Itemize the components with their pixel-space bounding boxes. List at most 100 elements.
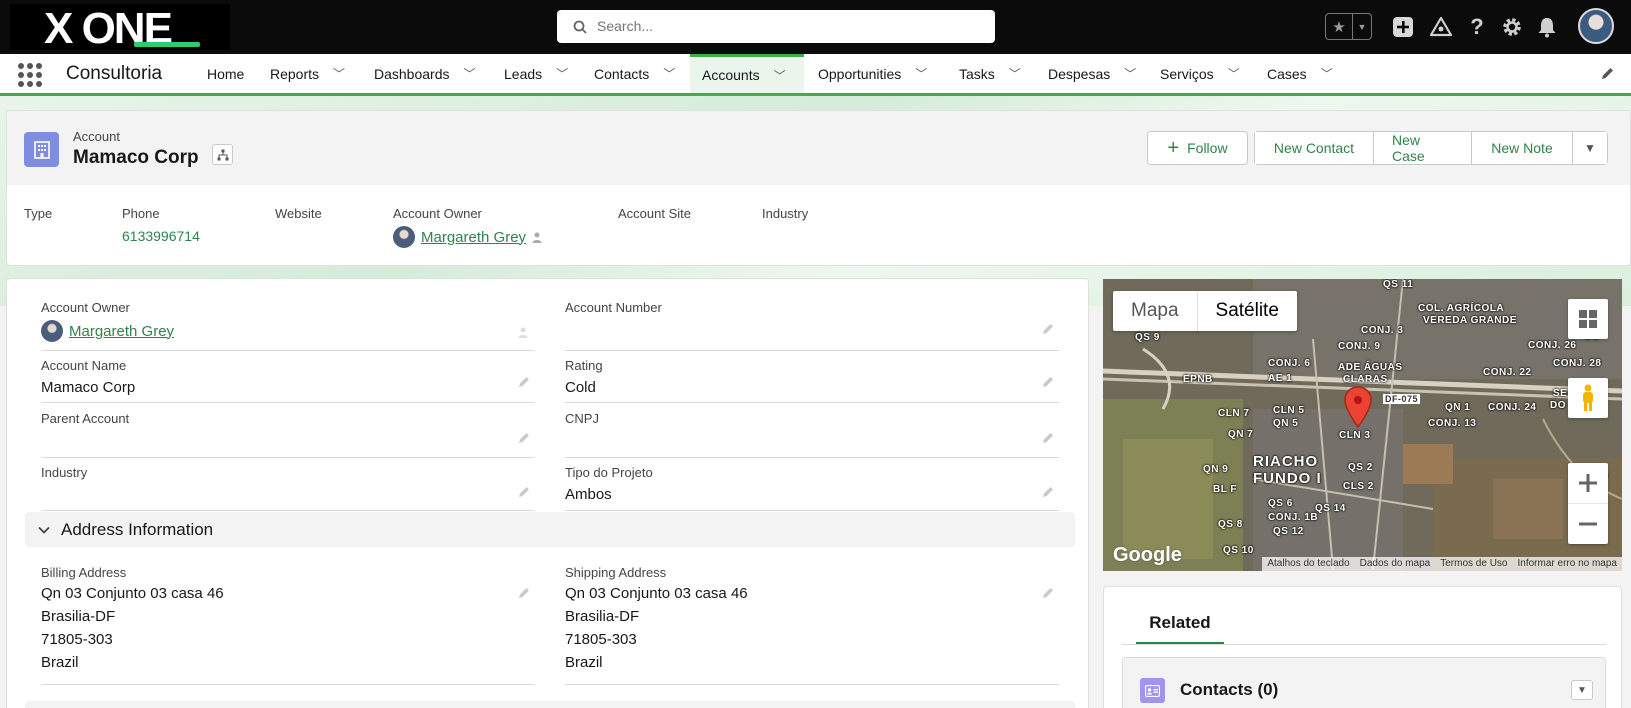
- location-pin-icon[interactable]: [1343, 385, 1373, 429]
- search-input[interactable]: [597, 16, 977, 36]
- map-label: CONJ. 26: [1528, 340, 1577, 351]
- owner-link[interactable]: Margareth Grey: [69, 323, 174, 340]
- new-note-button[interactable]: New Note: [1472, 132, 1573, 164]
- satellite-map[interactable]: QS 11 CONJ. 3 CONJ. 9 QS 9 COL. AGRÍCOLA…: [1103, 279, 1622, 571]
- chevron-down-icon[interactable]: ﹀: [915, 65, 927, 82]
- nav-item-opportunities[interactable]: Opportunities ﹀: [806, 54, 938, 93]
- nav-item-leads[interactable]: Leads ﹀: [492, 54, 576, 93]
- map-grid-icon[interactable]: [1568, 299, 1608, 339]
- highlight-label: Type: [24, 206, 53, 221]
- user-avatar[interactable]: [1578, 8, 1614, 44]
- phone-link[interactable]: 6133996714: [122, 228, 200, 244]
- owner-avatar: [393, 226, 415, 248]
- address-line: Brazil: [565, 654, 603, 671]
- shipping-address-link[interactable]: Qn 03 Conjunto 03 casa 46 Brasilia-DF 71…: [565, 582, 748, 674]
- new-case-button[interactable]: New Case: [1374, 132, 1472, 164]
- pencil-icon[interactable]: [517, 586, 531, 600]
- hierarchy-icon[interactable]: [212, 144, 233, 165]
- pencil-icon[interactable]: [517, 375, 531, 389]
- map-label: QS 2: [1348, 462, 1373, 473]
- chevron-down-icon[interactable]: ﹀: [556, 65, 568, 82]
- field-value: Ambos: [565, 486, 612, 503]
- nav-item-servicos[interactable]: Serviços ﹀: [1148, 54, 1252, 93]
- nav-item-accounts[interactable]: Accounts ﹀: [690, 54, 804, 93]
- pencil-icon[interactable]: [517, 485, 531, 499]
- plus-icon: +: [1167, 137, 1180, 159]
- field-label: Tipo do Projeto: [565, 465, 653, 480]
- star-icon[interactable]: ★: [1326, 14, 1353, 39]
- nav-item-cases[interactable]: Cases ﹀: [1255, 54, 1341, 93]
- nav-item-contacts[interactable]: Contacts ﹀: [582, 54, 682, 93]
- more-actions-button[interactable]: ▼: [1573, 132, 1607, 164]
- chevron-down-icon[interactable]: ﹀: [774, 67, 786, 84]
- account-icon: [24, 132, 59, 167]
- chevron-down-icon[interactable]: ﹀: [1228, 65, 1240, 82]
- nav-item-reports[interactable]: Reports ﹀: [258, 54, 354, 93]
- tab-satellite[interactable]: Satélite: [1196, 291, 1297, 331]
- map-label: CONJ. 1B: [1268, 512, 1319, 523]
- bell-icon[interactable]: [1533, 13, 1561, 41]
- nav-item-dashboards[interactable]: Dashboards ﹀: [362, 54, 482, 93]
- highlight-label: Phone: [122, 206, 160, 221]
- nav-label: Home: [207, 65, 245, 82]
- chevron-down-icon[interactable]: ﹀: [1321, 65, 1333, 82]
- map-data-link[interactable]: Dados do mapa: [1355, 557, 1436, 571]
- favorites-button[interactable]: ★ ▼: [1325, 13, 1372, 40]
- owner-link[interactable]: Margareth Grey: [421, 229, 526, 246]
- tab-related[interactable]: Related: [1136, 613, 1224, 645]
- map-label: QS 14: [1315, 503, 1346, 514]
- app-launcher-icon[interactable]: [18, 63, 42, 87]
- nav-label: Despesas: [1048, 65, 1111, 82]
- global-search[interactable]: [557, 10, 995, 43]
- pencil-icon[interactable]: [1041, 485, 1055, 499]
- pencil-icon[interactable]: [1041, 375, 1055, 389]
- global-actions-icon[interactable]: [1389, 13, 1417, 41]
- chevron-down-icon[interactable]: ﹀: [333, 65, 345, 82]
- app-logo[interactable]: X ONE: [10, 4, 230, 53]
- map-label: QS 11: [1383, 279, 1414, 290]
- pencil-icon[interactable]: [1041, 431, 1055, 445]
- help-icon[interactable]: ?: [1463, 13, 1491, 41]
- map-label: QS 8: [1218, 519, 1243, 530]
- field-industry: Industry: [41, 465, 535, 511]
- chevron-down-icon[interactable]: ﹀: [663, 65, 675, 82]
- field-rating: Rating Cold: [565, 358, 1059, 403]
- related-list-menu-button[interactable]: ▼: [1571, 680, 1593, 700]
- map-label: CONJ. 6: [1268, 358, 1311, 369]
- keyboard-shortcuts-link[interactable]: Atalhos do teclado: [1262, 557, 1354, 571]
- terms-link[interactable]: Termos de Uso: [1435, 557, 1512, 571]
- field-label: Shipping Address: [565, 565, 667, 580]
- change-owner-icon[interactable]: [517, 326, 531, 340]
- billing-address-link[interactable]: Qn 03 Conjunto 03 casa 46 Brasilia-DF 71…: [41, 582, 224, 674]
- new-contact-button[interactable]: New Contact: [1255, 132, 1374, 164]
- pencil-icon[interactable]: [517, 431, 531, 445]
- nav-label: Accounts: [702, 67, 760, 83]
- pencil-icon[interactable]: [1041, 322, 1055, 336]
- zoom-in-icon[interactable]: [1568, 464, 1608, 504]
- related-list-title[interactable]: Contacts (0): [1180, 680, 1278, 700]
- chevron-down-icon[interactable]: ﹀: [1124, 65, 1136, 82]
- nav-item-tasks[interactable]: Tasks ﹀: [947, 54, 1031, 93]
- pegman-icon[interactable]: [1568, 378, 1608, 418]
- field-label: Rating: [565, 358, 603, 373]
- address-line: 71805-303: [565, 631, 637, 648]
- edit-nav-icon[interactable]: [1600, 66, 1615, 86]
- chevron-down-icon[interactable]: ﹀: [464, 65, 476, 82]
- nav-item-home[interactable]: Home: [195, 54, 253, 93]
- zoom-out-icon[interactable]: [1568, 504, 1608, 544]
- follow-button[interactable]: + Follow: [1147, 131, 1248, 165]
- chevron-down-icon[interactable]: ▼: [1353, 14, 1371, 39]
- nav-item-despesas[interactable]: Despesas ﹀: [1036, 54, 1140, 93]
- change-owner-icon[interactable]: [531, 231, 544, 244]
- owner-avatar: [41, 320, 63, 342]
- map-label: ADE ÁGUAS: [1338, 362, 1403, 373]
- chevron-down-icon[interactable]: [37, 523, 51, 537]
- tab-map[interactable]: Mapa: [1113, 291, 1197, 331]
- gear-icon[interactable]: [1498, 13, 1526, 41]
- pencil-icon[interactable]: [1041, 586, 1055, 600]
- chevron-down-icon[interactable]: ﹀: [1009, 65, 1021, 82]
- report-error-link[interactable]: Informar erro no mapa: [1513, 557, 1623, 571]
- map-label: QS 10: [1223, 545, 1254, 556]
- address-section-header[interactable]: Address Information: [25, 512, 1075, 547]
- trailhead-icon[interactable]: [1427, 13, 1455, 41]
